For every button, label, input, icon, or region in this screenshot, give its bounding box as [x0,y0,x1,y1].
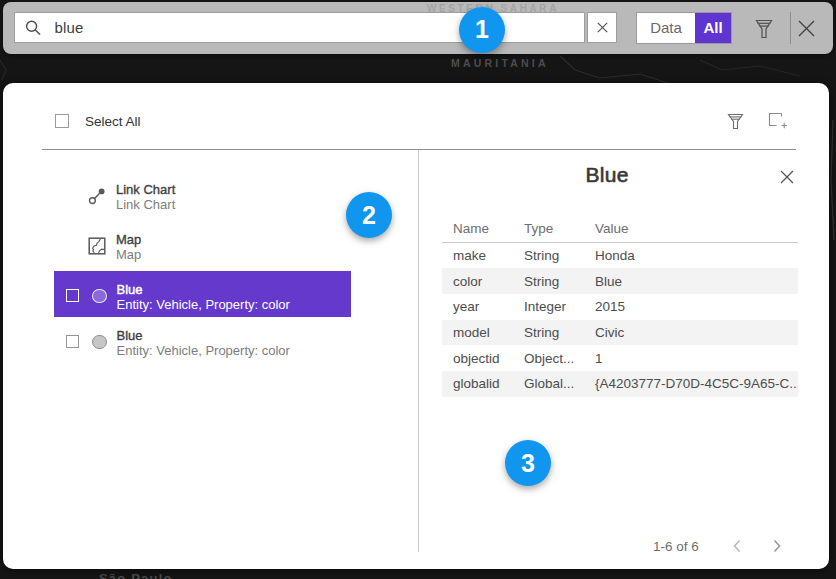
result-title: Blue [117,282,290,297]
cell-name: color [442,274,513,289]
screenshot-stage: MAURITANIA São Paulo WESTERN SAHARA blue… [0,0,836,579]
cell-value: 2015 [584,299,798,314]
table-row: year Integer 2015 [442,294,798,320]
add-selection-icon[interactable] [768,112,788,130]
result-title: Blue [117,328,290,343]
filter-icon[interactable] [754,18,774,40]
link-chart-icon [88,187,106,205]
cell-name: make [442,248,513,263]
chevron-right-icon[interactable] [771,539,783,553]
table-row: globalid Global... {A4203777-D70D-4C5C-9… [442,371,798,397]
result-subtitle: Map [116,247,141,263]
toolbar-divider [790,12,791,44]
column-header-name: Name [442,221,513,236]
close-icon [597,22,608,33]
table-row: color String Blue [442,268,798,294]
map-label-mauritania: MAURITANIA [451,57,549,69]
badge-number: 1 [475,15,489,44]
map-icon [88,237,106,255]
result-title: Link Chart [116,182,175,197]
badge-number: 3 [521,449,535,478]
clear-search-button[interactable] [587,12,617,43]
cell-type: String [513,274,584,289]
search-input-value: blue [55,19,84,36]
toggle-option-data[interactable]: Data [637,13,695,43]
select-all-checkbox[interactable] [55,114,69,128]
annotation-badge-2: 2 [346,192,392,238]
pagination-label: 1-6 of 6 [653,539,699,554]
result-item-link-chart[interactable]: Link Chart Link Chart [54,171,351,217]
properties-table: Name Type Value make String Honda color … [442,215,798,397]
result-subtitle: Entity: Vehicle, Property: color [117,297,290,313]
cell-type: Global... [513,376,584,391]
column-header-value: Value [584,221,798,236]
filter-icon[interactable] [727,113,744,130]
search-toolbar: WESTERN SAHARA blue Data All [3,2,833,55]
result-title: Map [116,232,141,247]
cell-value: Honda [584,248,798,263]
result-subtitle: Entity: Vehicle, Property: color [117,343,290,359]
cell-value: Civic [584,325,798,340]
detail-panel-title: Blue [418,163,796,187]
chevron-left-icon[interactable] [731,539,743,553]
close-detail-icon[interactable] [780,170,794,184]
result-subtitle: Link Chart [116,197,175,213]
cell-type: String [513,325,584,340]
result-item-blue[interactable]: Blue Entity: Vehicle, Property: color [54,317,351,363]
cell-type: Integer [513,299,584,314]
cell-value: Blue [584,274,798,289]
table-row: objectid Object... 1 [442,345,798,371]
annotation-badge-3: 3 [505,440,551,486]
table-row: model String Civic [442,320,798,346]
select-all-label: Select All [85,114,141,130]
cell-value: 1 [584,351,798,366]
cell-value: {A4203777-D70D-4C5C-9A65-C... [584,376,798,391]
table-header-row: Name Type Value [442,215,798,243]
cell-name: year [442,299,513,314]
column-header-type: Type [513,221,584,236]
list-detail-divider [418,150,419,552]
close-search-icon[interactable] [798,20,815,37]
result-checkbox[interactable] [66,335,79,348]
cell-name: objectid [442,351,513,366]
table-row: make String Honda [442,243,798,269]
map-label-sao-paulo: São Paulo [99,571,173,579]
search-icon [23,18,43,38]
cell-type: String [513,248,584,263]
result-item-map[interactable]: Map Map [54,221,351,267]
header-divider [42,149,796,150]
scope-toggle: Data All [636,12,732,44]
entity-circle-icon [92,335,107,350]
search-results-panel: Select All Link Chart Link Chart [3,83,829,569]
cell-type: Object... [513,351,584,366]
entity-circle-icon [92,289,107,304]
result-checkbox[interactable] [66,289,79,302]
toggle-option-all[interactable]: All [695,13,731,43]
cell-name: model [442,325,513,340]
annotation-badge-1: 1 [459,7,505,53]
badge-number: 2 [362,201,376,230]
cell-name: globalid [442,376,513,391]
result-item-blue-selected[interactable]: Blue Entity: Vehicle, Property: color [54,271,351,317]
